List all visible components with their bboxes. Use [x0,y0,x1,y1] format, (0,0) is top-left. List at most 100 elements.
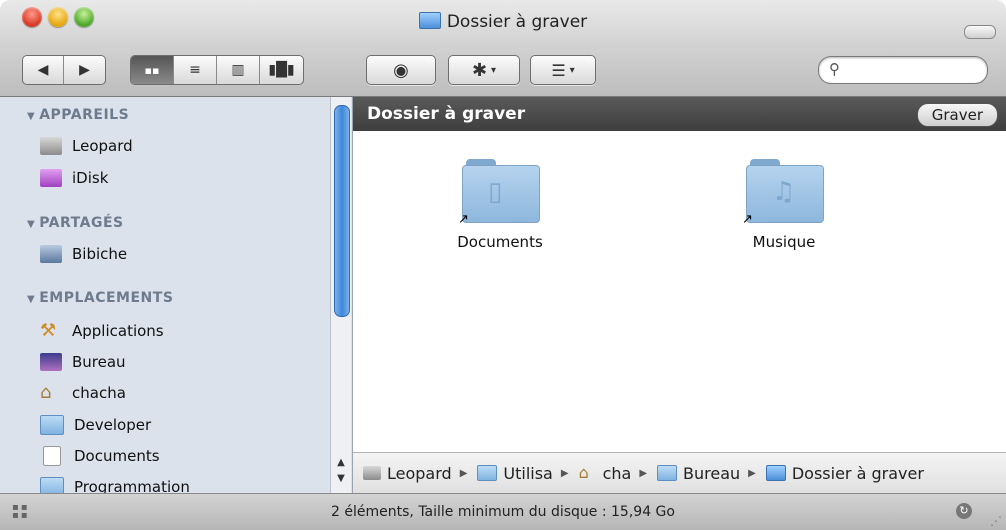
home-icon: ⌂ [40,382,52,403]
music-note-emblem-icon: ♫ [772,177,796,207]
file-item-musique[interactable]: ♫ ↗ Musique [714,159,854,251]
sidebar-scrollbar[interactable]: ▲ ▼ [330,97,351,493]
path-separator-icon: ▶ [748,467,756,479]
column-view-button[interactable]: ▥ [217,56,260,84]
section-title: PARTAGÉS [39,215,124,231]
desktop-icon [40,353,62,371]
folder-icon [657,465,678,481]
forward-button[interactable]: ▶ [64,56,105,84]
window-resize-grip-icon[interactable]: ⋰ [990,514,1002,528]
folder-icon: ♫ ↗ [742,159,824,227]
burn-button[interactable]: Graver [916,103,998,127]
alias-arrow-icon: ↗ [742,212,753,227]
file-area[interactable]: ▯ ↗ Documents ♫ ↗ Musique [353,131,1006,452]
path-item-label: cha [602,463,632,483]
toolbar-toggle-button[interactable] [964,25,996,39]
path-item-home[interactable]: ⌂ cha ▶ [569,464,647,483]
progress-spinner-icon: ↻ [956,503,972,519]
search-field[interactable]: ⚲ [818,56,988,84]
gear-icon: ✱ [471,59,488,81]
disclosure-triangle-icon: ▼ [27,219,36,230]
sidebar-section-shared[interactable]: ▼ PARTAGÉS [27,215,124,231]
coverflow-view-button[interactable]: ▮█▮ [260,56,303,84]
search-icon: ⚲ [829,60,840,78]
sidebar-item-leopard[interactable]: Leopard [40,134,133,158]
finder-window: Dossier à graver ◀ ▶ ▪▪ ≡ ▥ ▮█▮ ◉ ✱ ▾ ☰ ▾ … [0,0,1006,530]
sidebar-item-bibiche[interactable]: Bibiche [40,242,127,266]
sidebar-item-chacha[interactable]: ⌂ chacha [40,381,126,405]
scrollbar-thumb[interactable] [334,105,350,317]
sidebar-item-bureau[interactable]: Bureau [40,350,126,374]
folder-icon [40,415,64,435]
sidebar-section-devices[interactable]: ▼ APPAREILS [27,107,129,123]
status-text: 2 éléments, Taille minimum du disque : 1… [331,504,675,520]
sidebar: ▼ APPAREILS Leopard iDisk ▼ PARTAGÉS Bibic… [0,97,353,493]
path-item-label: Dossier à graver [791,463,924,483]
path-item-label: Leopard [387,463,452,483]
sidebar-item-label: Applications [72,322,164,340]
window-title-text: Dossier à graver [446,12,588,32]
sidebar-item-label: Leopard [72,137,133,155]
file-label: Musique [752,233,816,251]
path-separator-icon: ▶ [639,467,648,479]
hard-disk-icon [363,466,381,480]
path-item-label: Bureau [683,463,741,483]
sidebar-item-label: Bureau [72,353,126,371]
section-title: EMPLACEMENTS [39,290,174,306]
sidebar-item-documents[interactable]: Documents [40,444,160,468]
icon-view-icon: ▪▪ [144,63,160,77]
sidebar-item-developer[interactable]: Developer [40,413,151,437]
folder-icon [477,465,498,481]
computer-icon [40,245,62,263]
sidebar-item-label: Documents [74,447,160,465]
sidebar-item-label: iDisk [72,169,109,187]
quicklook-button[interactable]: ◉ [366,55,436,85]
action-menu-button[interactable]: ✱ ▾ [448,55,520,85]
list-view-button[interactable]: ≡ [174,56,217,84]
sidebar-item-applications[interactable]: ⚒ Applications [40,319,164,343]
file-item-documents[interactable]: ▯ ↗ Documents [430,159,570,251]
scrollbar-arrows[interactable]: ▲ ▼ [331,455,351,493]
chevron-down-icon: ▾ [491,64,497,76]
toolbar: Dossier à graver ◀ ▶ ▪▪ ≡ ▥ ▮█▮ ◉ ✱ ▾ ☰ ▾ … [0,0,1006,97]
folder-icon [40,477,64,493]
folder-icon: ▯ ↗ [458,159,540,227]
path-item-bureau[interactable]: Bureau ▶ [647,464,756,483]
sidebar-section-places[interactable]: ▼ EMPLACEMENTS [27,290,173,306]
sidebar-item-label: Developer [74,416,152,434]
burn-folder-icon [418,12,441,29]
sidebar-item-label: Bibiche [72,245,128,263]
sidebar-item-idisk[interactable]: iDisk [40,166,108,190]
sidebar-item-programmation[interactable]: Programmation [40,475,190,493]
eye-icon: ◉ [393,59,409,81]
path-item-leopard[interactable]: Leopard ▶ [353,464,467,483]
documents-icon [43,446,61,466]
document-emblem-icon: ▯ [488,177,503,207]
scroll-down-icon[interactable]: ▼ [331,471,351,487]
column-view-icon: ▥ [231,62,245,78]
coverflow-view-icon: ▮█▮ [268,62,295,78]
path-item-label: Utilisa [503,463,553,483]
chevron-down-icon: ▾ [569,64,575,76]
sidebar-item-label: chacha [72,384,126,402]
path-bar: Leopard ▶ Utilisa ▶ ⌂ cha ▶ Bureau ▶ Dossier … [353,452,1006,493]
path-separator-icon: ▶ [459,467,468,479]
path-item-utilisateurs[interactable]: Utilisa ▶ [467,463,569,483]
arrange-menu-button[interactable]: ☰ ▾ [530,55,596,85]
icon-view-button[interactable]: ▪▪ [131,56,174,84]
sidebar-item-label: Programmation [74,478,190,493]
path-item-dossier-a-graver[interactable]: Dossier à graver [756,464,924,483]
hard-disk-icon [40,137,62,155]
burn-folder-icon [765,465,786,481]
header-title: Dossier à graver [367,104,526,124]
back-button[interactable]: ◀ [23,56,64,84]
forward-arrow-icon: ▶ [79,62,90,78]
path-separator-icon: ▶ [560,467,569,479]
idisk-icon [40,169,62,187]
scroll-up-icon[interactable]: ▲ [331,455,351,471]
nav-buttons: ◀ ▶ [22,55,106,85]
disclosure-triangle-icon: ▼ [27,111,36,122]
arrange-icon: ☰ [551,60,566,80]
alias-arrow-icon: ↗ [458,212,469,227]
file-label: Documents [457,233,543,251]
